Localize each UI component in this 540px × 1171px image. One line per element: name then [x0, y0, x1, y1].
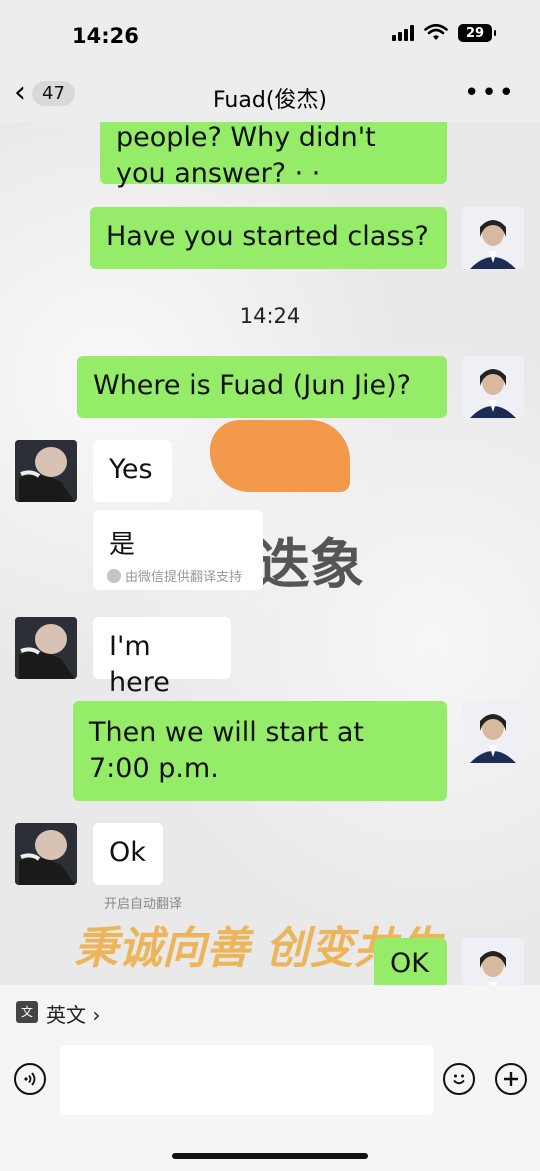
check-icon: [107, 568, 121, 583]
message-bubble-contact[interactable]: I'm here: [93, 617, 231, 698]
message-timestamp: 14:24: [239, 304, 301, 328]
message-bubble-contact[interactable]: Ok: [93, 823, 163, 885]
contact-avatar[interactable]: [15, 823, 77, 885]
voice-icon[interactable]: [14, 1063, 46, 1095]
translate-icon: 文: [16, 1001, 38, 1023]
message-text: Then we will start at 7:00 p.m.: [89, 717, 364, 784]
translation-text: 是: [109, 530, 136, 560]
status-icons: 29: [392, 24, 496, 42]
translation-note: 由微信提供翻译支持: [107, 566, 242, 585]
more-options-button[interactable]: •••: [464, 78, 516, 108]
translation-bubble[interactable]: 是 由微信提供翻译支持: [93, 510, 263, 590]
message-bubble-me[interactable]: Then we will start at 7:00 p.m.: [73, 701, 447, 801]
chat-header-overlay: ‹ 47 Fuad(俊杰) •••: [0, 70, 540, 122]
message-text: I'm here: [109, 631, 170, 698]
message-text: OK: [390, 948, 429, 979]
input-bar: [0, 1035, 540, 1171]
emoji-icon[interactable]: [443, 1063, 475, 1095]
message-text: Where is Fuad (Jun Jie)?: [93, 370, 411, 401]
message-bubble-contact[interactable]: Yes: [93, 440, 172, 502]
my-avatar[interactable]: [462, 938, 524, 985]
my-avatar[interactable]: [462, 356, 524, 418]
my-avatar[interactable]: [462, 207, 524, 269]
auto-translate-link[interactable]: 开启自动翻译: [104, 893, 182, 912]
wifi-icon: [424, 24, 448, 40]
status-time: 14:26: [72, 24, 139, 48]
plus-icon[interactable]: [495, 1063, 527, 1095]
translation-note-text: 由微信提供翻译支持: [125, 570, 243, 585]
message-bubble-me[interactable]: Where is Fuad (Jun Jie)?: [77, 356, 447, 418]
battery-icon: 29: [458, 24, 496, 42]
message-bubble-me[interactable]: OK: [374, 938, 447, 988]
home-indicator: [172, 1153, 368, 1159]
signal-icon: [392, 25, 414, 41]
status-bar: 14:26 29: [0, 0, 540, 70]
chat-title: Fuad(俊杰): [212, 88, 327, 113]
message-text: people? Why didn't you answer? · ·: [116, 122, 376, 189]
contact-avatar[interactable]: [15, 617, 77, 679]
contact-avatar[interactable]: [15, 440, 77, 502]
message-bubble-me[interactable]: Have you started class?: [90, 207, 447, 269]
watermark-top: [210, 420, 350, 492]
my-avatar[interactable]: [462, 701, 524, 763]
language-label[interactable]: 英文 ›: [46, 999, 100, 1028]
message-text: Yes: [109, 454, 153, 485]
message-input[interactable]: [60, 1045, 434, 1115]
message-text: Have you started class?: [106, 221, 429, 252]
watermark-top-text: 迭象: [256, 533, 364, 596]
translate-language-bar[interactable]: 文 英文 ›: [0, 985, 540, 1035]
message-text: Ok: [109, 837, 146, 868]
